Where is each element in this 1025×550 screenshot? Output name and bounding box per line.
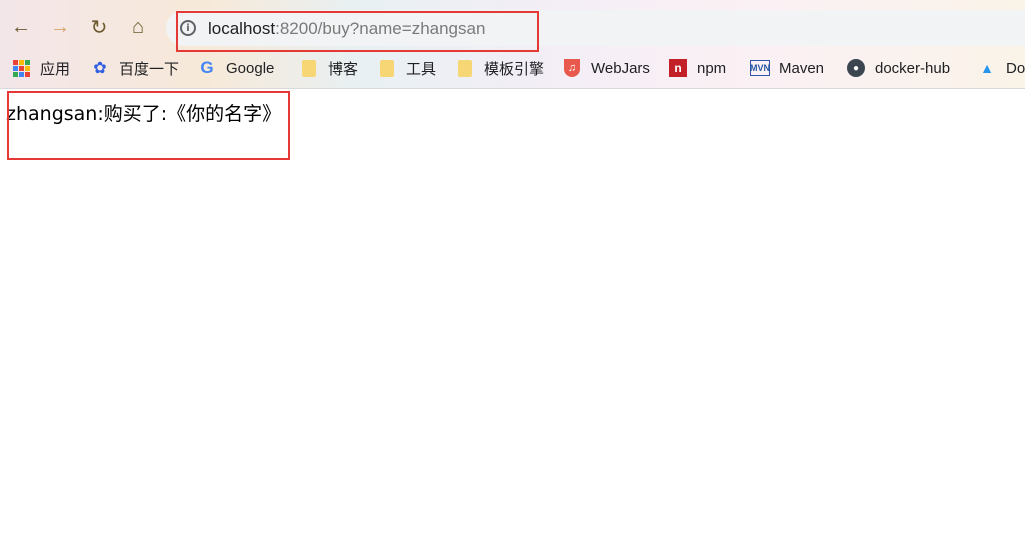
bookmark-label: 博客 (328, 60, 359, 78)
bookmark-google[interactable]: G Google (198, 54, 274, 82)
bookmark-label: Maven (779, 59, 825, 77)
bookmark-label: npm (697, 59, 727, 77)
back-arrow-icon[interactable]: ← (6, 12, 36, 42)
npm-icon: n (669, 59, 687, 77)
bookmark-docker-hub[interactable]: ● docker-hub (847, 54, 950, 82)
folder-icon (456, 59, 474, 77)
bookmark-apps[interactable]: 应用 (12, 54, 70, 82)
apps-grid-icon (12, 59, 30, 77)
bookmarks-bar: 应用 ✿ 百度一下 G Google 博客 工具 模板引擎 ♫ WebJars … (0, 54, 1025, 82)
message-highlight-box (7, 91, 290, 160)
folder-icon (378, 59, 396, 77)
home-icon[interactable]: ⌂ (123, 12, 153, 42)
docker-icon: ● (847, 59, 865, 77)
page-content: zhangsan:购买了:《你的名字》 (0, 89, 1025, 550)
baidu-paw-icon: ✿ (93, 60, 107, 77)
bookmark-folder-blog[interactable]: 博客 (300, 54, 358, 82)
url-highlight-box (176, 11, 539, 52)
bookmark-docker[interactable]: ▲ Do (978, 54, 1025, 82)
bookmark-npm[interactable]: n npm (669, 54, 726, 82)
bookmark-label: Do (1006, 59, 1025, 77)
forward-arrow-icon[interactable]: → (45, 12, 75, 42)
google-icon: G (200, 58, 214, 77)
bookmark-label: WebJars (591, 59, 650, 77)
bookmark-maven[interactable]: MVN Maven (750, 54, 825, 82)
bookmark-label: docker-hub (875, 59, 951, 77)
bookmark-folder-template-engine[interactable]: 模板引擎 (456, 54, 544, 82)
bookmark-label: 应用 (40, 60, 71, 78)
bookmark-folder-tools[interactable]: 工具 (378, 54, 436, 82)
maven-icon: MVN (750, 59, 770, 77)
browser-chrome: ← → ↻ ⌂ i localhost:8200/buy?name=zhangs… (0, 0, 1025, 89)
webjars-icon: ♫ (563, 59, 581, 77)
bookmark-baidu[interactable]: ✿ 百度一下 (91, 54, 179, 82)
bookmark-label: 工具 (406, 60, 437, 78)
reload-icon[interactable]: ↻ (84, 12, 114, 42)
bookmark-webjars[interactable]: ♫ WebJars (563, 54, 650, 82)
bookmark-label: 模板引擎 (484, 60, 545, 78)
bookmark-label: 百度一下 (119, 60, 180, 78)
docker-whale-icon: ▲ (980, 60, 994, 76)
folder-icon (300, 59, 318, 77)
bookmark-label: Google (226, 59, 275, 77)
